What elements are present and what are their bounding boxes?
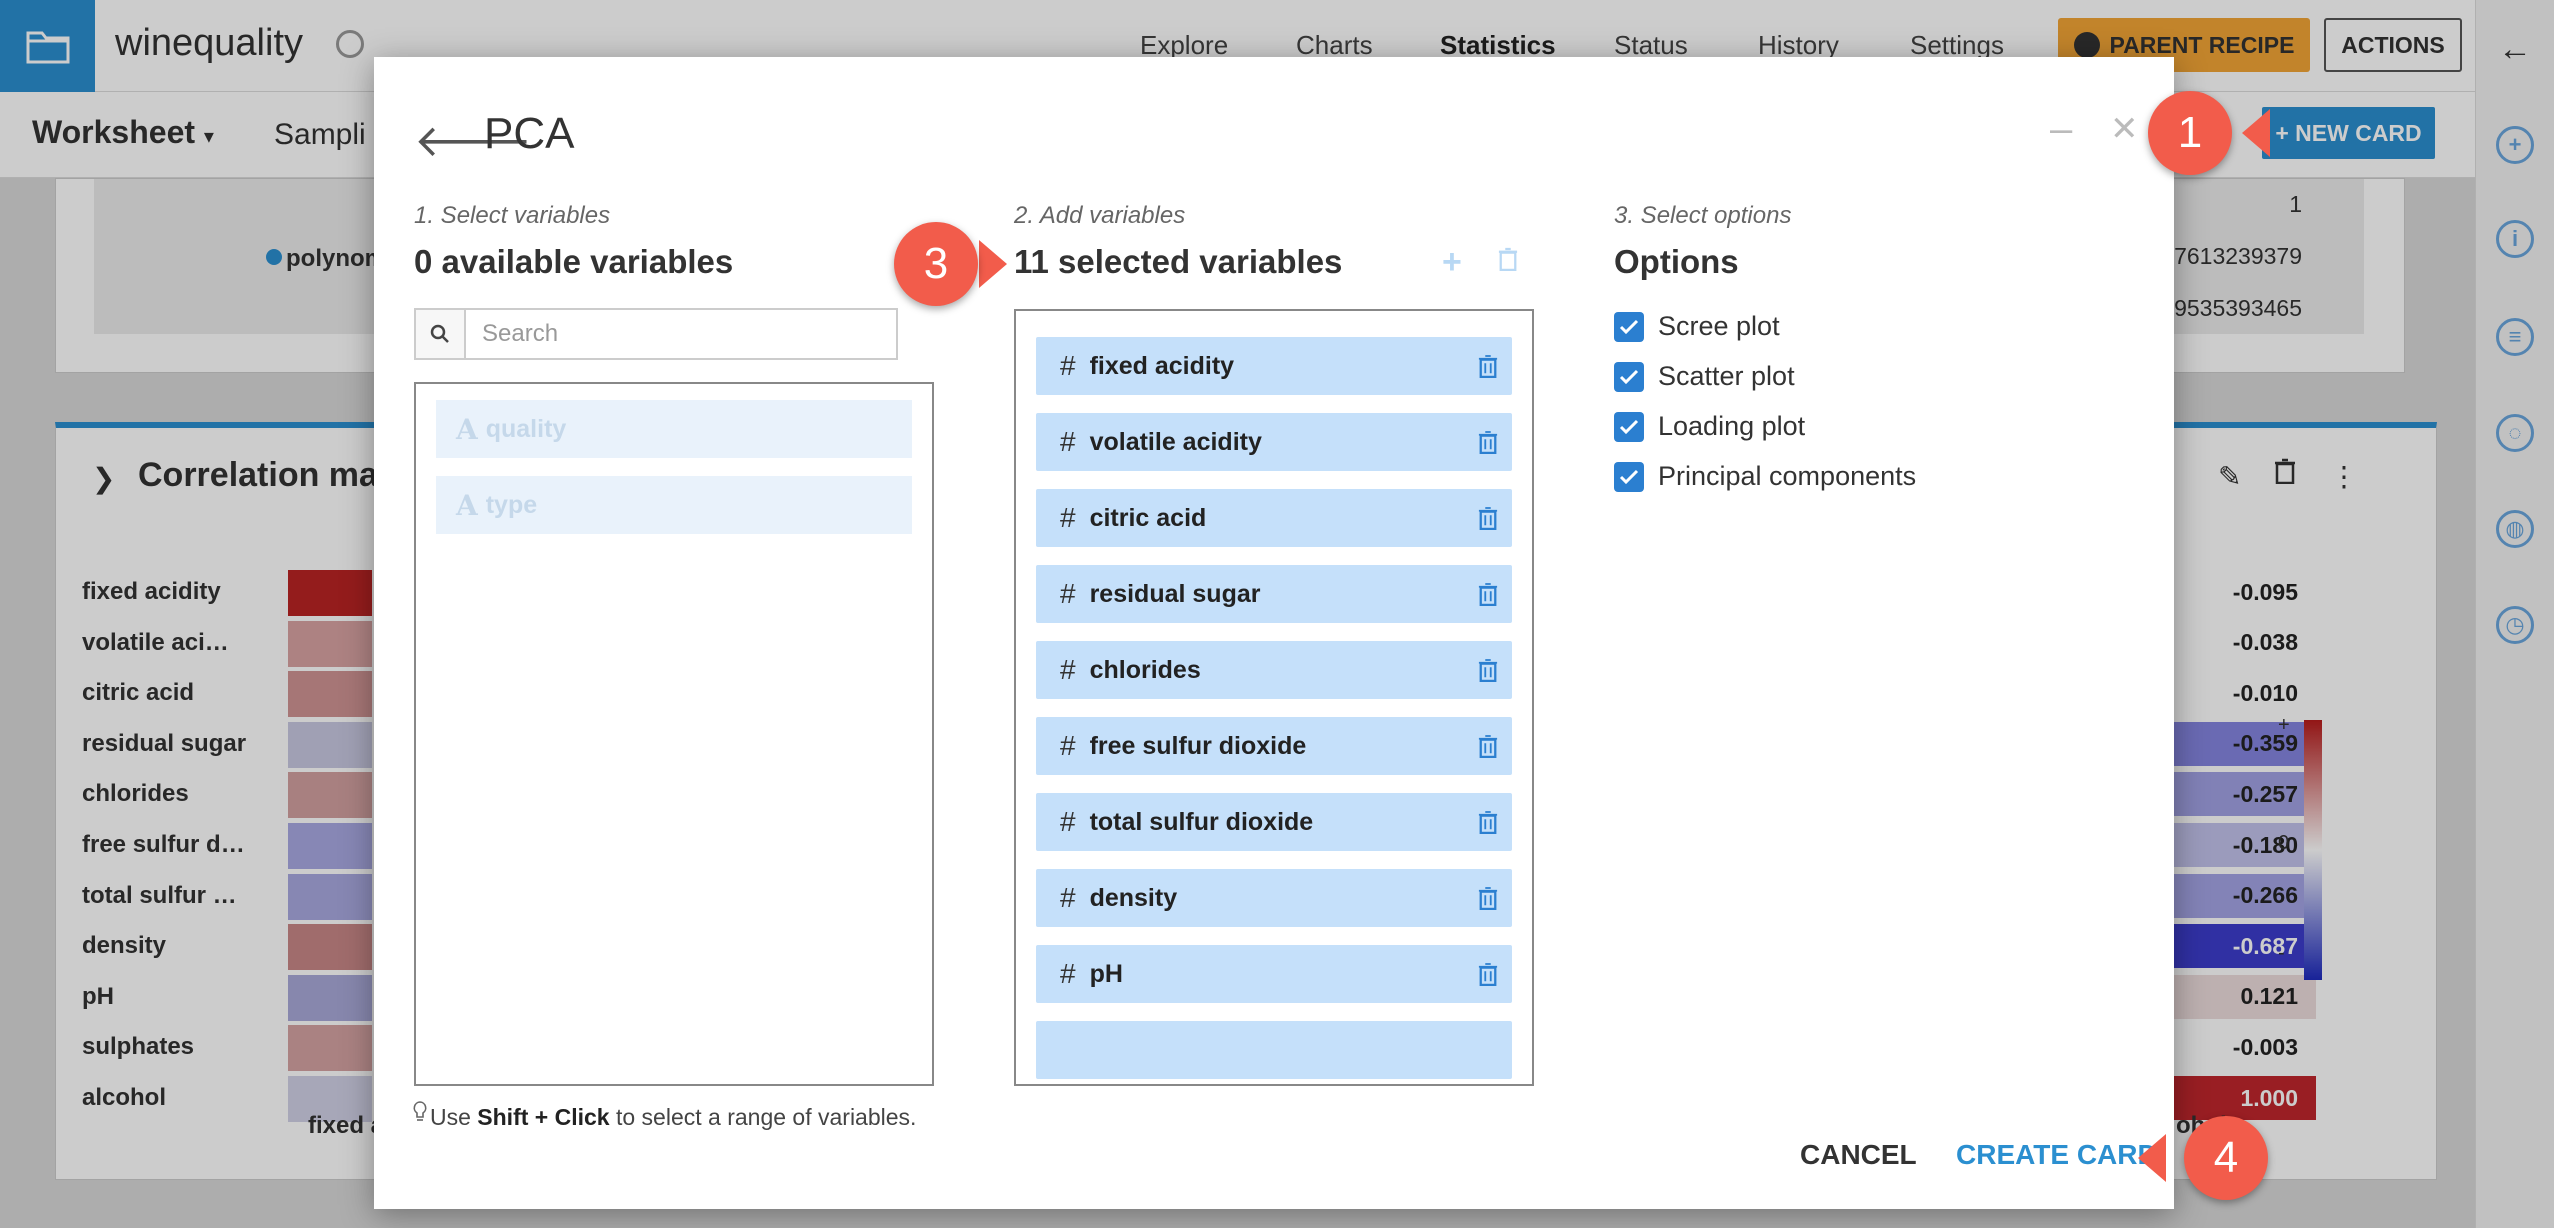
list-item[interactable]: Aquality: [436, 400, 912, 458]
selected-variable-item[interactable]: # citric acid: [1036, 489, 1512, 547]
selected-variables-list[interactable]: # fixed acidity # volatile acidity # citric a…: [1014, 309, 1534, 1086]
selected-variable-item[interactable]: # pH: [1036, 945, 1512, 1003]
step-label: 2. Add variables: [1014, 202, 1186, 229]
variable-name: total sulfur dioxide: [1089, 807, 1314, 836]
option-label: Scatter plot: [1658, 361, 1795, 391]
pca-modal: 🡐 PCA – ✕ 1. Select variables 0 availabl…: [374, 57, 2174, 1209]
add-all-icon[interactable]: +: [1442, 243, 1462, 282]
checkbox-checked[interactable]: [1614, 461, 1644, 492]
modal-title: PCA: [484, 109, 575, 158]
variable-name: residual sugar: [1089, 579, 1261, 608]
selected-variables-heading: 11 selected variables: [1014, 243, 1343, 280]
available-variables-heading: 0 available variables: [414, 243, 734, 280]
text-type-icon: A: [456, 412, 478, 446]
search-input[interactable]: [466, 310, 896, 358]
numeric-type-icon: #: [1060, 958, 1076, 989]
text-type-icon: A: [456, 488, 478, 522]
numeric-type-icon: #: [1060, 806, 1076, 837]
option-row[interactable]: Principal components: [1614, 461, 1916, 492]
trash-icon[interactable]: [1478, 886, 1498, 910]
variable-name: pH: [1089, 959, 1123, 988]
list-item[interactable]: Atype: [436, 476, 912, 534]
search-icon: [416, 310, 466, 358]
trash-icon[interactable]: [1478, 734, 1498, 758]
variable-name: chlorides: [1089, 655, 1201, 684]
variable-name: density: [1089, 883, 1178, 912]
numeric-type-icon: #: [1060, 882, 1076, 913]
trash-icon[interactable]: [1478, 506, 1498, 530]
check-icon: [1619, 419, 1639, 434]
close-icon[interactable]: ✕: [2110, 109, 2139, 149]
trash-icon[interactable]: [1478, 430, 1498, 454]
option-row[interactable]: Loading plot: [1614, 411, 1805, 442]
step-label: 1. Select variables: [414, 202, 611, 229]
selected-variable-item[interactable]: # total sulfur dioxide: [1036, 793, 1512, 851]
option-label: Principal components: [1658, 461, 1917, 491]
selected-variable-item[interactable]: # free sulfur dioxide: [1036, 717, 1512, 775]
check-icon: [1619, 319, 1639, 334]
callout-pointer: [979, 240, 1007, 288]
option-label: Loading plot: [1658, 411, 1806, 441]
callout-pointer: [2138, 1134, 2166, 1182]
callout-badge-4: 4: [2184, 1116, 2268, 1200]
selected-variable-item[interactable]: # chlorides: [1036, 641, 1512, 699]
checkbox-checked[interactable]: [1614, 361, 1644, 392]
check-icon: [1619, 369, 1639, 384]
option-row[interactable]: Scree plot: [1614, 311, 1780, 342]
trash-icon[interactable]: [1478, 962, 1498, 986]
selected-variable-item[interactable]: # residual sugar: [1036, 565, 1512, 623]
callout-pointer: [2242, 109, 2270, 157]
selected-variable-item[interactable]: [1036, 1021, 1512, 1079]
option-row[interactable]: Scatter plot: [1614, 361, 1795, 392]
trash-icon[interactable]: [1478, 582, 1498, 606]
remove-all-icon[interactable]: [1498, 247, 1518, 271]
variable-name: citric acid: [1089, 503, 1207, 532]
option-label: Scree plot: [1658, 311, 1780, 341]
variable-name: free sulfur dioxide: [1089, 731, 1307, 760]
numeric-type-icon: #: [1060, 350, 1076, 381]
checkbox-checked[interactable]: [1614, 311, 1644, 342]
trash-icon[interactable]: [1478, 810, 1498, 834]
create-card-button[interactable]: CREATE CARD: [1956, 1139, 2158, 1171]
numeric-type-icon: #: [1060, 502, 1076, 533]
trash-icon[interactable]: [1478, 354, 1498, 378]
selected-variable-item[interactable]: # volatile acidity: [1036, 413, 1512, 471]
available-variables-list[interactable]: Aquality Atype: [414, 382, 934, 1086]
minimize-icon[interactable]: –: [2050, 107, 2072, 152]
lightbulb-icon: [413, 1101, 427, 1121]
check-icon: [1619, 469, 1639, 484]
options-heading: Options: [1614, 243, 1739, 280]
trash-icon[interactable]: [1478, 658, 1498, 682]
variable-name: fixed acidity: [1089, 351, 1235, 380]
cancel-button[interactable]: CANCEL: [1800, 1139, 1917, 1171]
step-label: 3. Select options: [1614, 202, 1792, 229]
callout-badge-1: 1: [2148, 91, 2232, 175]
numeric-type-icon: #: [1060, 654, 1076, 685]
checkbox-checked[interactable]: [1614, 411, 1644, 442]
numeric-type-icon: #: [1060, 730, 1076, 761]
selected-variable-item[interactable]: # fixed acidity: [1036, 337, 1512, 395]
selected-variable-item[interactable]: # density: [1036, 869, 1512, 927]
callout-badge-3: 3: [894, 222, 978, 306]
shift-click-hint: Use Shift + Click to select a range of v…: [430, 1104, 917, 1130]
variable-name: volatile acidity: [1089, 427, 1262, 456]
numeric-type-icon: #: [1060, 578, 1076, 609]
numeric-type-icon: #: [1060, 426, 1076, 457]
search-box: [414, 308, 898, 360]
